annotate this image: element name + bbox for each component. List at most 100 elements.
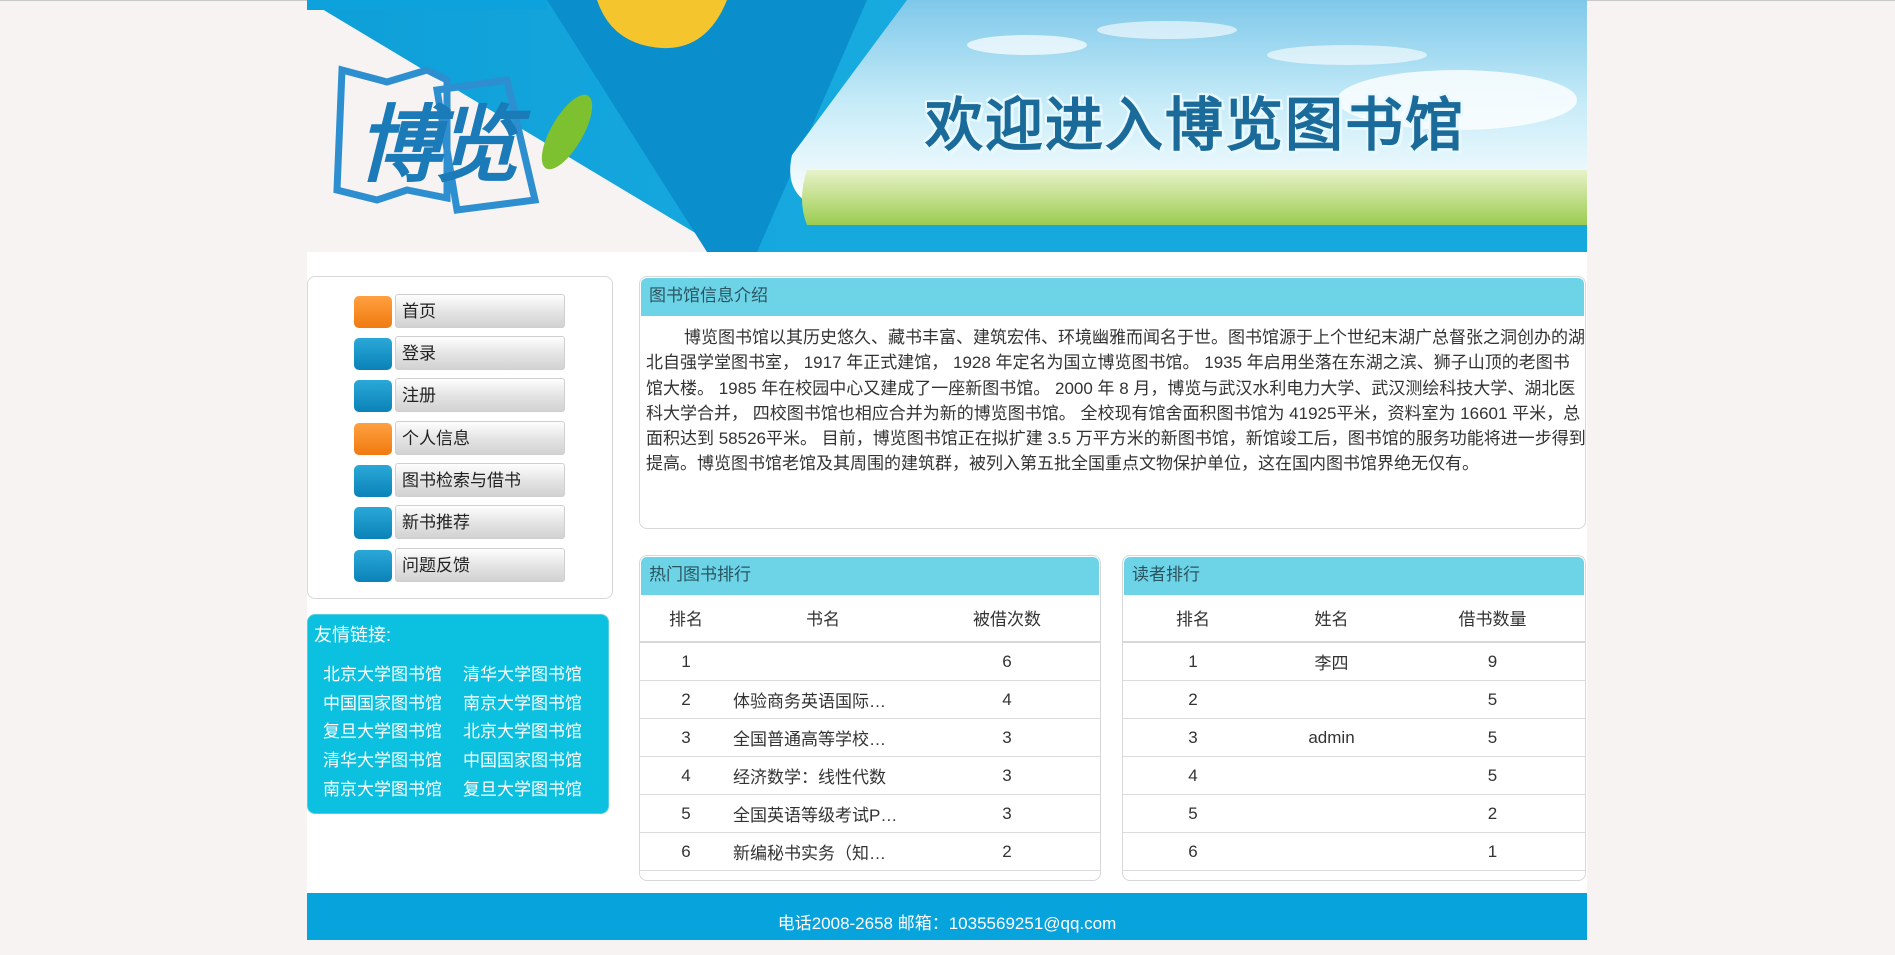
table-row: 3 全国普通高等学校… 3 bbox=[640, 718, 1100, 757]
reader-name-cell bbox=[1263, 680, 1400, 719]
readers-title: 读者排行 bbox=[1124, 557, 1584, 595]
table-cell: 6 bbox=[640, 832, 732, 871]
friend-link[interactable]: 复旦大学图书馆 bbox=[463, 775, 582, 800]
nav-square-icon bbox=[354, 465, 392, 497]
table-cell: 4 bbox=[1123, 756, 1263, 795]
column-header: 被借次数 bbox=[914, 594, 1100, 643]
table-cell: 4 bbox=[640, 756, 732, 795]
intro-title: 图书馆信息介绍 bbox=[641, 278, 1584, 316]
table-cell: 3 bbox=[914, 756, 1100, 795]
table-cell: 6 bbox=[1123, 832, 1263, 871]
table-row: 2 体验商务英语国际… 4 bbox=[640, 680, 1100, 719]
table-cell: 5 bbox=[1400, 756, 1585, 795]
nav-square-icon bbox=[354, 550, 392, 582]
table-cell: 2 bbox=[1123, 680, 1263, 719]
table-cell: 1 bbox=[1123, 642, 1263, 681]
table-row: 2 5 bbox=[1123, 680, 1585, 719]
reader-name-cell: admin bbox=[1263, 718, 1400, 757]
hot-books-table: 排名 书名 被借次数 1 6 2 体验商务英语国际… 4 3 全国普通高等学校…… bbox=[640, 594, 1100, 871]
nav-item-feedback[interactable]: 问题反馈 bbox=[354, 548, 566, 584]
table-cell: 2 bbox=[1400, 794, 1585, 833]
nav-item-profile[interactable]: 个人信息 bbox=[354, 421, 566, 457]
book-title-cell bbox=[732, 642, 914, 681]
library-logo: 博览 bbox=[357, 95, 519, 194]
table-cell: 3 bbox=[914, 794, 1100, 833]
nav-item-label[interactable]: 注册 bbox=[395, 378, 565, 412]
nav-square-icon bbox=[354, 423, 392, 455]
nav-square-icon bbox=[354, 507, 392, 539]
footer-contact: 电话2008-2658 邮箱：1035569251@qq.com bbox=[307, 893, 1587, 940]
column-header: 排名 bbox=[640, 594, 732, 643]
table-row: 6 新编秘书实务（知… 2 bbox=[640, 832, 1100, 871]
friend-link[interactable]: 南京大学图书馆 bbox=[463, 689, 582, 714]
nav-square-icon bbox=[354, 338, 392, 370]
nav-item-register[interactable]: 注册 bbox=[354, 378, 566, 414]
friend-link[interactable]: 中国国家图书馆 bbox=[323, 689, 442, 714]
table-cell: 3 bbox=[640, 718, 732, 757]
table-cell: 5 bbox=[1123, 794, 1263, 833]
table-row: 6 1 bbox=[1123, 832, 1585, 871]
table-cell: 6 bbox=[914, 642, 1100, 681]
intro-text: 博览图书馆以其历史悠久、藏书丰富、建筑宏伟、环境幽雅而闻名于世。图书馆源于上个世… bbox=[646, 328, 1586, 474]
library-intro-panel: 图书馆信息介绍 博览图书馆以其历史悠久、藏书丰富、建筑宏伟、环境幽雅而闻名于世。… bbox=[639, 276, 1586, 529]
friend-link[interactable]: 清华大学图书馆 bbox=[323, 746, 442, 771]
table-row: 1 6 bbox=[640, 642, 1100, 681]
nav-square-icon bbox=[354, 296, 392, 328]
friend-link[interactable]: 中国国家图书馆 bbox=[463, 746, 582, 771]
reader-name-cell: 李四 bbox=[1263, 642, 1400, 681]
nav-item-label[interactable]: 图书检索与借书 bbox=[395, 463, 565, 497]
nav-item-label[interactable]: 新书推荐 bbox=[395, 505, 565, 539]
table-cell: 9 bbox=[1400, 642, 1585, 681]
book-title-cell: 经济数学：线性代数 bbox=[732, 756, 914, 795]
column-header: 借书数量 bbox=[1400, 594, 1585, 643]
nav-item-label[interactable]: 问题反馈 bbox=[395, 548, 565, 582]
nav-item-label[interactable]: 登录 bbox=[395, 336, 565, 370]
friend-link[interactable]: 北京大学图书馆 bbox=[463, 717, 582, 742]
nav-square-icon bbox=[354, 380, 392, 412]
table-row: 4 经济数学：线性代数 3 bbox=[640, 756, 1100, 795]
table-cell: 5 bbox=[1400, 718, 1585, 757]
book-title-cell: 全国普通高等学校… bbox=[732, 718, 914, 757]
table-row: 1 李四 9 bbox=[1123, 642, 1585, 681]
table-cell: 2 bbox=[914, 832, 1100, 871]
column-header: 书名 bbox=[732, 594, 914, 643]
header-banner: 博览 欢迎进入博览图书馆 bbox=[307, 0, 1587, 252]
book-title-cell: 新编秘书实务（知… bbox=[732, 832, 914, 871]
reader-name-cell bbox=[1263, 794, 1400, 833]
page-container: 博览 欢迎进入博览图书馆 首页 登录 注册 个人信息 图书检索与借书 新书推荐 bbox=[307, 0, 1587, 940]
book-title-cell: 体验商务英语国际… bbox=[732, 680, 914, 719]
table-row: 5 2 bbox=[1123, 794, 1585, 833]
nav-item-search-borrow[interactable]: 图书检索与借书 bbox=[354, 463, 566, 499]
table-row: 3 admin 5 bbox=[1123, 718, 1585, 757]
nav-item-home[interactable]: 首页 bbox=[354, 294, 566, 330]
nav-menu: 首页 登录 注册 个人信息 图书检索与借书 新书推荐 问题反馈 bbox=[307, 276, 613, 599]
table-header-row: 排名 姓名 借书数量 bbox=[1123, 594, 1585, 643]
table-cell: 5 bbox=[640, 794, 732, 833]
welcome-heading: 欢迎进入博览图书馆 bbox=[925, 91, 1466, 159]
hot-books-panel: 热门图书排行 排名 书名 被借次数 1 6 2 体验商务英语国际… 4 3 全国… bbox=[639, 555, 1101, 881]
friend-link[interactable]: 复旦大学图书馆 bbox=[323, 717, 442, 742]
table-cell: 5 bbox=[1400, 680, 1585, 719]
nav-item-label[interactable]: 首页 bbox=[395, 294, 565, 328]
table-cell: 1 bbox=[1400, 832, 1585, 871]
friend-link[interactable]: 清华大学图书馆 bbox=[463, 660, 582, 685]
nav-item-login[interactable]: 登录 bbox=[354, 336, 566, 372]
friend-links-title: 友情链接: bbox=[314, 625, 392, 645]
column-header: 姓名 bbox=[1263, 594, 1400, 643]
column-header: 排名 bbox=[1123, 594, 1263, 643]
table-cell: 3 bbox=[1123, 718, 1263, 757]
table-cell: 2 bbox=[640, 680, 732, 719]
friend-links-panel: 友情链接: 北京大学图书馆 清华大学图书馆 中国国家图书馆 南京大学图书馆 复旦… bbox=[307, 614, 609, 814]
table-cell: 4 bbox=[914, 680, 1100, 719]
reader-name-cell bbox=[1263, 832, 1400, 871]
table-cell: 3 bbox=[914, 718, 1100, 757]
friend-link[interactable]: 南京大学图书馆 bbox=[323, 775, 442, 800]
nav-item-new-books[interactable]: 新书推荐 bbox=[354, 505, 566, 541]
book-title-cell: 全国英语等级考试P… bbox=[732, 794, 914, 833]
readers-table: 排名 姓名 借书数量 1 李四 9 2 5 3 admin 5 4 5 5 2 … bbox=[1123, 594, 1585, 871]
hot-books-title: 热门图书排行 bbox=[641, 557, 1099, 595]
nav-item-label[interactable]: 个人信息 bbox=[395, 421, 565, 455]
friend-link[interactable]: 北京大学图书馆 bbox=[323, 660, 442, 685]
reader-name-cell bbox=[1263, 756, 1400, 795]
table-header-row: 排名 书名 被借次数 bbox=[640, 594, 1100, 643]
